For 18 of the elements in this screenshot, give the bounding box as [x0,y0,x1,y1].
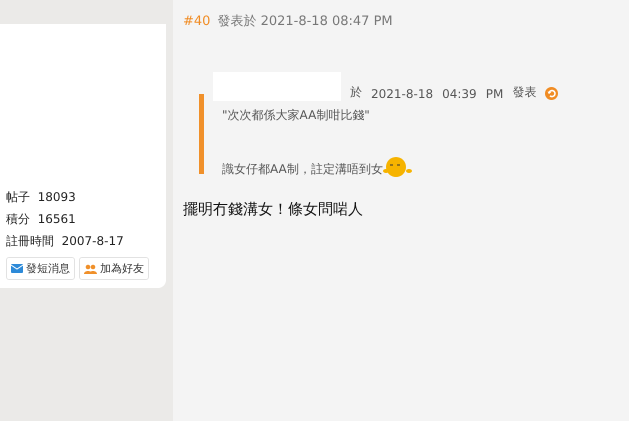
people-icon [84,264,97,274]
emoji-icon [382,156,413,178]
quote-text: 識女仔都AA制，註定溝唔到女 [222,161,383,178]
quote-text: "次次都係大家AA制咁比錢" [222,107,370,124]
post-date: 發表於 2021-8-18 08:47 PM [217,13,393,30]
quote-ampm: PM [486,87,504,101]
post-body: 擺明冇錢溝女！條女問啱人 [183,200,364,219]
quote-date: 2021-8-18 [371,87,434,101]
message-button[interactable]: 發短消息 [6,257,75,280]
profile-stat: 註冊時間 2007-8-17 [6,233,125,250]
profile-stat: 積分 16561 [6,211,77,228]
quote-time: 04:39 [442,87,477,101]
add-friend-button[interactable]: 加為好友 [79,257,149,280]
quote-meta: 於 [350,84,362,101]
profile-stat: 帖子 18093 [6,189,77,206]
envelope-icon [11,264,23,273]
post-number: #40 [183,14,210,29]
quote-posted: 發表 [512,84,536,101]
